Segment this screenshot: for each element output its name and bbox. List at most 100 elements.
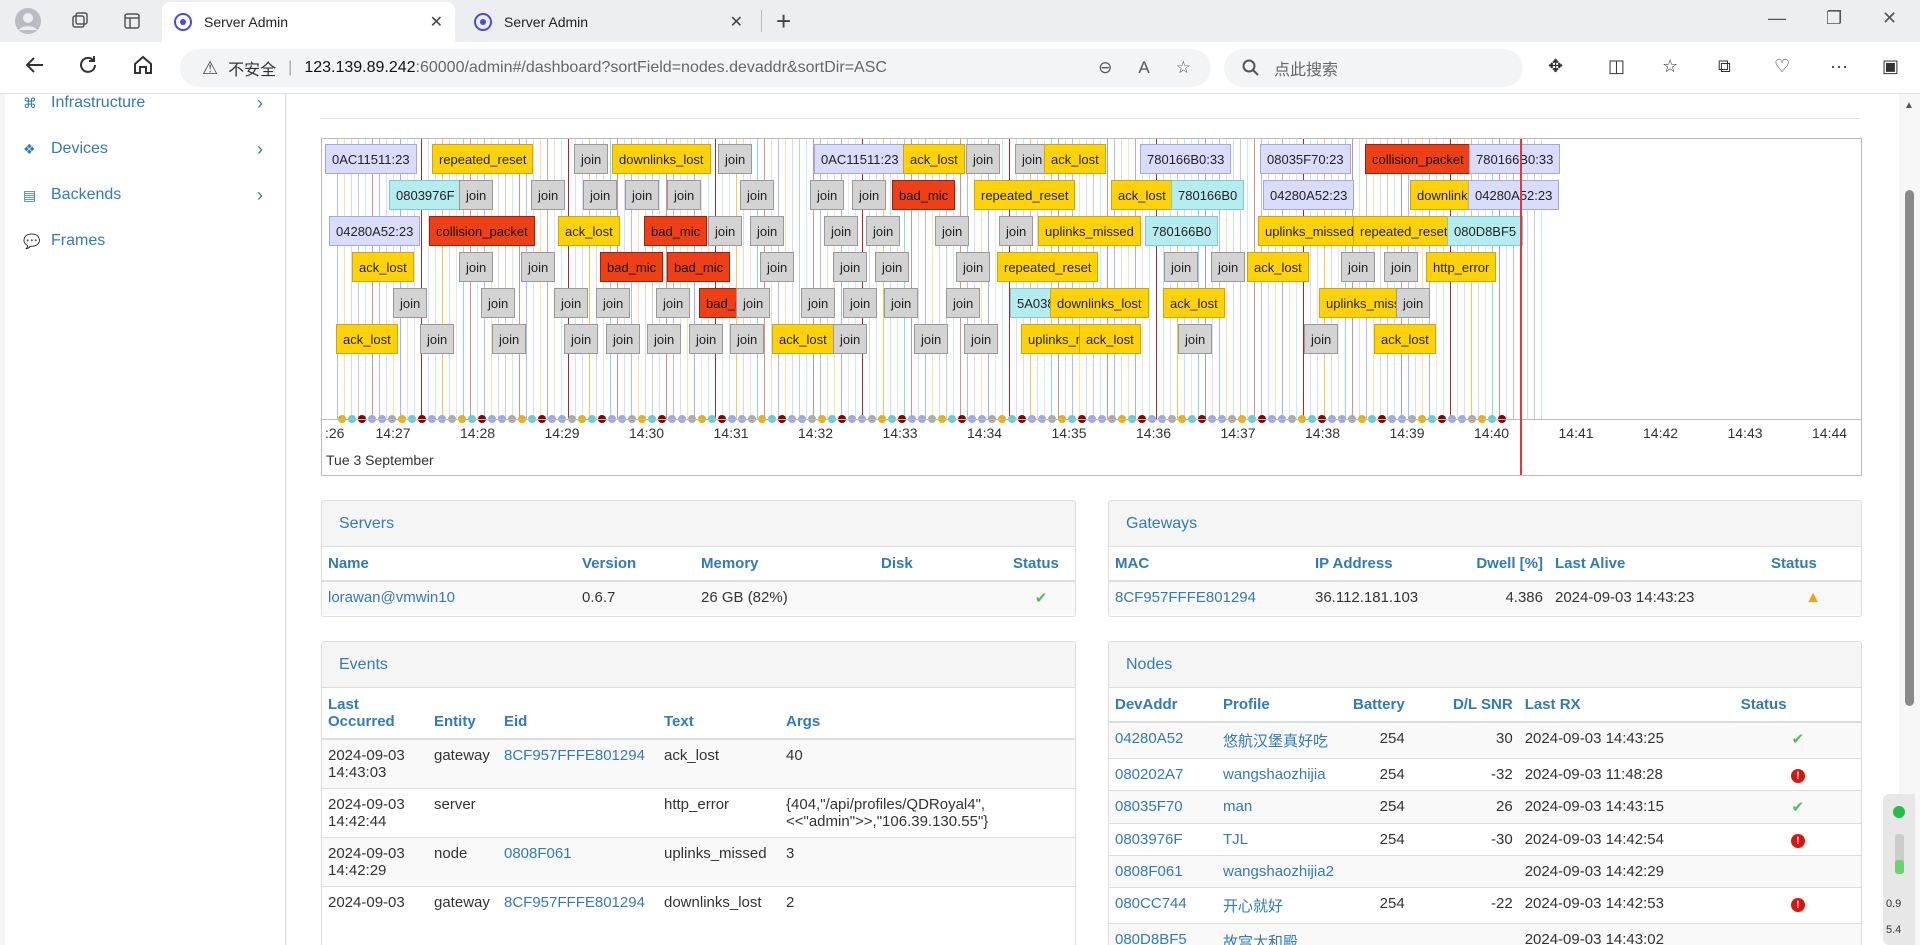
favorite-star-icon[interactable]: ☆ xyxy=(1176,58,1191,78)
timeline-event-join[interactable]: join xyxy=(833,324,868,354)
timeline-event-warn[interactable]: ack_lost xyxy=(352,252,414,282)
timeline-event-join[interactable]: join xyxy=(999,216,1034,246)
timeline-event-err[interactable]: collision_packet xyxy=(429,216,535,246)
timeline-event-join[interactable]: join xyxy=(801,288,836,318)
timeline-event-join[interactable]: join xyxy=(1304,324,1339,354)
timeline-event-join[interactable]: join xyxy=(1164,252,1199,282)
tab-server-admin[interactable]: Server Admin ✕ xyxy=(462,2,755,42)
timeline-event-err[interactable]: bad_mic xyxy=(892,180,956,210)
column-header[interactable]: Name xyxy=(322,547,576,582)
timeline-event-warn[interactable]: repeated_reset xyxy=(432,144,534,174)
zoom-icon[interactable]: ⊖ xyxy=(1098,58,1112,78)
timeline-event-join[interactable]: join xyxy=(625,180,660,210)
timeline-event-join[interactable]: join xyxy=(647,324,682,354)
timeline-event-join[interactable]: join xyxy=(459,252,494,282)
timeline-event-warn[interactable]: ack_lost xyxy=(1163,288,1225,318)
close-tab-icon[interactable]: ✕ xyxy=(430,12,443,32)
timeline-event-warn[interactable]: uplinks_missed xyxy=(1038,216,1141,246)
column-header[interactable]: Last Alive xyxy=(1549,547,1765,582)
timeline-event-warn[interactable]: ack_lost xyxy=(1111,180,1173,210)
column-header[interactable]: Profile xyxy=(1217,688,1347,723)
column-header[interactable]: D/L SNR xyxy=(1410,688,1519,723)
timeline-event-err[interactable]: bad_mic xyxy=(600,252,664,282)
collections-icon[interactable] xyxy=(64,5,96,37)
sidebar-item-frames[interactable]: 💬 Frames xyxy=(5,218,285,264)
timeline-event-join[interactable]: join xyxy=(459,180,494,210)
timeline-event-gw[interactable]: 080D8BF5 xyxy=(1447,216,1524,246)
timeline-event-join[interactable]: join xyxy=(606,324,641,354)
timeline-event-join[interactable]: join xyxy=(810,180,845,210)
timeline-event-join[interactable]: join xyxy=(596,288,631,318)
sidebar-item-backends[interactable]: ▤ Backends › xyxy=(5,172,285,218)
timeline-event-join[interactable]: join xyxy=(824,216,859,246)
timeline-event-join[interactable]: join xyxy=(708,216,743,246)
node-profile-link[interactable]: 故宫太和殿 xyxy=(1223,934,1298,945)
new-tab-icon[interactable]: + xyxy=(776,6,791,37)
timeline-event-node[interactable]: 04280A52:23 xyxy=(1263,180,1355,210)
timeline-event-warn[interactable]: ack_lost xyxy=(558,216,620,246)
node-profile-link[interactable]: 开心就好 xyxy=(1223,898,1283,915)
timeline-event-warn[interactable]: ack_lost xyxy=(1374,324,1436,354)
node-devaddr-link[interactable]: 080CC744 xyxy=(1115,895,1187,912)
more-menu-icon[interactable]: ··· xyxy=(1830,56,1848,77)
node-profile-link[interactable]: 悠航汉堡真好吃 xyxy=(1223,733,1328,750)
browser-essentials-icon[interactable]: ♡ xyxy=(1774,56,1790,77)
event-eid-link[interactable]: 8CF957FFFE801294 xyxy=(504,894,645,911)
timeline-event-warn[interactable]: ack_lost xyxy=(336,324,398,354)
timeline-event-warn[interactable]: http_error xyxy=(1426,252,1497,282)
timeline-event-warn[interactable]: repeated_reset xyxy=(974,180,1076,210)
timeline-event-join[interactable]: join xyxy=(740,180,775,210)
timeline-event-node[interactable]: 08035F70:23 xyxy=(1260,144,1351,174)
timeline-event-join[interactable]: join xyxy=(1211,252,1246,282)
timeline-event-join[interactable]: join xyxy=(689,324,724,354)
restore-icon[interactable]: ❐ xyxy=(1826,8,1842,29)
timeline-event-warn[interactable]: ack_lost xyxy=(903,144,965,174)
timeline-event-join[interactable]: join xyxy=(420,324,455,354)
warning-icon[interactable]: ⚠ xyxy=(202,58,218,79)
node-profile-link[interactable]: TJL xyxy=(1223,831,1248,848)
node-profile-link[interactable]: wangshaozhijia2 xyxy=(1223,863,1334,880)
timeline-event-join[interactable]: join xyxy=(531,180,566,210)
timeline-event-join[interactable]: join xyxy=(481,288,516,318)
timeline-event-join[interactable]: join xyxy=(866,216,901,246)
collections-toolbar-icon[interactable]: ⧉ xyxy=(1718,56,1731,77)
column-header[interactable]: Status xyxy=(1007,547,1075,582)
timeline-event-join[interactable]: join xyxy=(843,288,878,318)
timeline-event-warn[interactable]: repeated_reset xyxy=(1353,216,1455,246)
column-header[interactable]: Last Occurred xyxy=(322,688,428,740)
timeline-event-node[interactable]: 780166B0:33 xyxy=(1469,144,1561,174)
server-name-link[interactable]: lorawan@vmwin10 xyxy=(328,589,455,606)
timeline-event-node[interactable]: 0AC11511:23 xyxy=(325,144,417,174)
timeline-event-join[interactable]: join xyxy=(956,252,991,282)
node-profile-link[interactable]: wangshaozhijia xyxy=(1223,766,1326,783)
timeline-event-warn[interactable]: downlinks_lost xyxy=(612,144,711,174)
timeline-event-join[interactable]: join xyxy=(554,288,589,318)
column-header[interactable]: Text xyxy=(658,688,780,740)
timeline-event-join[interactable]: join xyxy=(736,288,771,318)
timeline-event-gw[interactable]: 0803976F xyxy=(389,180,462,210)
home-icon[interactable] xyxy=(132,54,154,82)
timeline-event-join[interactable]: join xyxy=(1178,324,1213,354)
timeline-event-join[interactable]: join xyxy=(852,180,887,210)
node-devaddr-link[interactable]: 080202A7 xyxy=(1115,766,1183,783)
event-timeline[interactable]: 0AC11511:23 repeated_reset join downlinks_l… xyxy=(321,138,1862,476)
read-aloud-icon[interactable]: A xyxy=(1138,58,1149,78)
profile-avatar-icon[interactable] xyxy=(12,5,44,37)
timeline-event-join[interactable]: join xyxy=(760,252,795,282)
node-devaddr-link[interactable]: 080D8BF5 xyxy=(1115,931,1187,945)
timeline-event-join[interactable]: join xyxy=(964,324,999,354)
node-devaddr-link[interactable]: 0808F061 xyxy=(1115,863,1183,880)
timeline-event-join[interactable]: join xyxy=(884,288,919,318)
timeline-event-join[interactable]: join xyxy=(393,288,428,318)
node-devaddr-link[interactable]: 04280A52 xyxy=(1115,730,1183,747)
timeline-event-node[interactable]: 04280A52:23 xyxy=(1468,180,1560,210)
column-header[interactable]: DevAddr xyxy=(1109,688,1217,723)
column-header[interactable]: Status xyxy=(1734,688,1861,723)
node-profile-link[interactable]: man xyxy=(1223,798,1252,815)
timeline-event-join[interactable]: join xyxy=(718,144,753,174)
node-devaddr-link[interactable]: 08035F70 xyxy=(1115,798,1183,815)
timeline-event-join[interactable]: join xyxy=(1341,252,1376,282)
timeline-event-warn[interactable]: uplinks_missed xyxy=(1258,216,1361,246)
close-tab-icon[interactable]: ✕ xyxy=(730,12,743,32)
column-header[interactable]: Args xyxy=(780,688,1075,740)
